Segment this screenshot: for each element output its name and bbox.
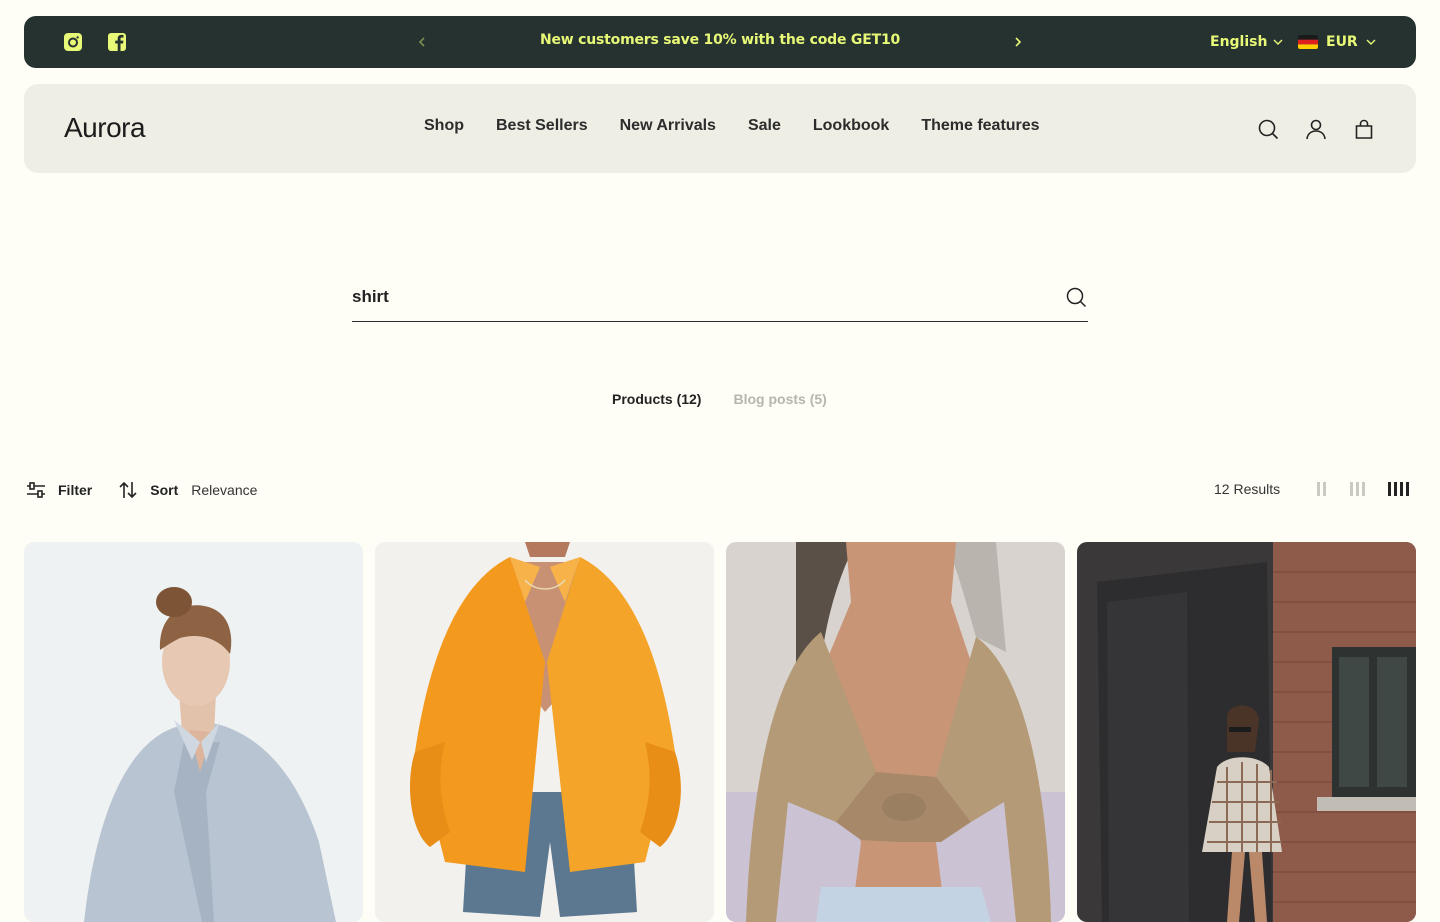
product-image xyxy=(726,542,1065,922)
logo[interactable]: Aurora xyxy=(64,112,146,144)
collection-toolbar: Filter Sort Relevance xyxy=(26,480,257,500)
search-bar xyxy=(352,272,1088,322)
nav-new-arrivals[interactable]: New Arrivals xyxy=(620,117,716,135)
nav-sale[interactable]: Sale xyxy=(748,117,781,135)
sort-value[interactable]: Relevance xyxy=(191,482,257,498)
grid-4-icon[interactable] xyxy=(1388,482,1409,496)
filter-button[interactable]: Filter xyxy=(26,481,92,499)
filter-icon xyxy=(27,482,45,498)
main-nav: Shop Best Sellers New Arrivals Sale Look… xyxy=(424,117,1072,135)
germany-flag-icon xyxy=(1298,35,1318,49)
announcement-bar: New customers save 10% with the code GET… xyxy=(24,16,1416,68)
results-count: 12 Results xyxy=(1214,481,1281,497)
chevron-right-icon[interactable] xyxy=(1012,33,1024,51)
nav-shop[interactable]: Shop xyxy=(424,117,464,135)
account-icon[interactable] xyxy=(1305,118,1327,140)
chevron-left-icon[interactable] xyxy=(416,33,428,51)
product-image xyxy=(1077,542,1416,922)
chevron-down-icon xyxy=(1273,39,1283,45)
site-header: Aurora Shop Best Sellers New Arrivals Sa… xyxy=(24,84,1416,173)
product-image xyxy=(24,542,363,922)
search-icon[interactable] xyxy=(1065,286,1087,308)
tab-blog-posts[interactable]: Blog posts (5) xyxy=(733,391,826,407)
search-result-tabs: Products (12) Blog posts (5) xyxy=(612,391,827,407)
currency-label: EUR xyxy=(1326,34,1358,50)
product-image xyxy=(375,542,714,922)
grid-2-icon[interactable] xyxy=(1317,482,1326,496)
sort-label: Sort xyxy=(150,482,179,498)
language-selector[interactable]: English xyxy=(1210,32,1283,52)
product-card[interactable] xyxy=(726,542,1065,922)
filter-label: Filter xyxy=(58,482,93,498)
product-card[interactable] xyxy=(24,542,363,922)
announcement-text: New customers save 10% with the code GET… xyxy=(539,32,901,48)
grid-3-icon[interactable] xyxy=(1350,482,1365,496)
search-icon[interactable] xyxy=(1257,118,1279,140)
instagram-icon[interactable] xyxy=(63,32,83,52)
search-input[interactable] xyxy=(352,284,1042,310)
nav-lookbook[interactable]: Lookbook xyxy=(813,117,889,135)
chevron-down-icon xyxy=(1366,39,1376,45)
facebook-icon[interactable] xyxy=(107,32,127,52)
currency-selector[interactable]: EUR xyxy=(1298,32,1376,52)
sort-button[interactable]: Sort xyxy=(118,481,178,499)
nav-theme-features[interactable]: Theme features xyxy=(921,117,1039,135)
product-card[interactable] xyxy=(1077,542,1416,922)
tab-products[interactable]: Products (12) xyxy=(612,391,701,407)
cart-icon[interactable] xyxy=(1353,118,1375,140)
sort-icon xyxy=(119,481,137,499)
nav-best-sellers[interactable]: Best Sellers xyxy=(496,117,588,135)
language-label: English xyxy=(1210,34,1268,50)
product-card[interactable] xyxy=(375,542,714,922)
